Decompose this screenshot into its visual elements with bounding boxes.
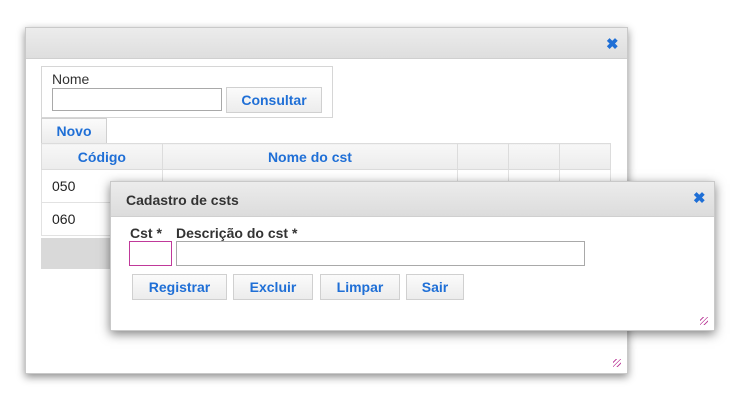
excluir-button[interactable]: Excluir (233, 274, 313, 300)
descricao-label: Descrição do cst * (176, 225, 298, 241)
consultar-button[interactable]: Consultar (226, 87, 322, 113)
resize-grip-icon[interactable] (700, 317, 708, 325)
sair-button[interactable]: Sair (406, 274, 464, 300)
cst-input[interactable] (129, 241, 172, 266)
limpar-button[interactable]: Limpar (320, 274, 400, 300)
registrar-button[interactable]: Registrar (132, 274, 227, 300)
column-header-codigo[interactable]: Código (41, 143, 163, 170)
column-header-nome[interactable]: Nome do cst (161, 143, 459, 170)
modal-title: Cadastro de csts (126, 192, 239, 208)
dialog-titlebar[interactable] (26, 28, 627, 59)
descricao-input[interactable] (176, 241, 585, 266)
cst-label: Cst * (130, 225, 162, 241)
close-icon[interactable]: ✖ (693, 191, 706, 206)
column-header-action-1 (457, 143, 510, 170)
search-input[interactable] (52, 88, 222, 111)
modal-titlebar[interactable]: Cadastro de csts (111, 182, 714, 217)
column-header-action-3 (559, 143, 611, 170)
search-label: Nome (52, 71, 90, 87)
cadastro-dialog: Cadastro de csts ✖ Cst * Descrição do cs… (110, 181, 715, 331)
search-panel: Nome Consultar (41, 66, 333, 118)
novo-button[interactable]: Novo (41, 118, 107, 144)
close-icon[interactable]: ✖ (606, 37, 619, 52)
resize-grip-icon[interactable] (613, 359, 621, 367)
column-header-action-2 (508, 143, 560, 170)
table-header-row: Código Nome do cst (41, 143, 611, 170)
